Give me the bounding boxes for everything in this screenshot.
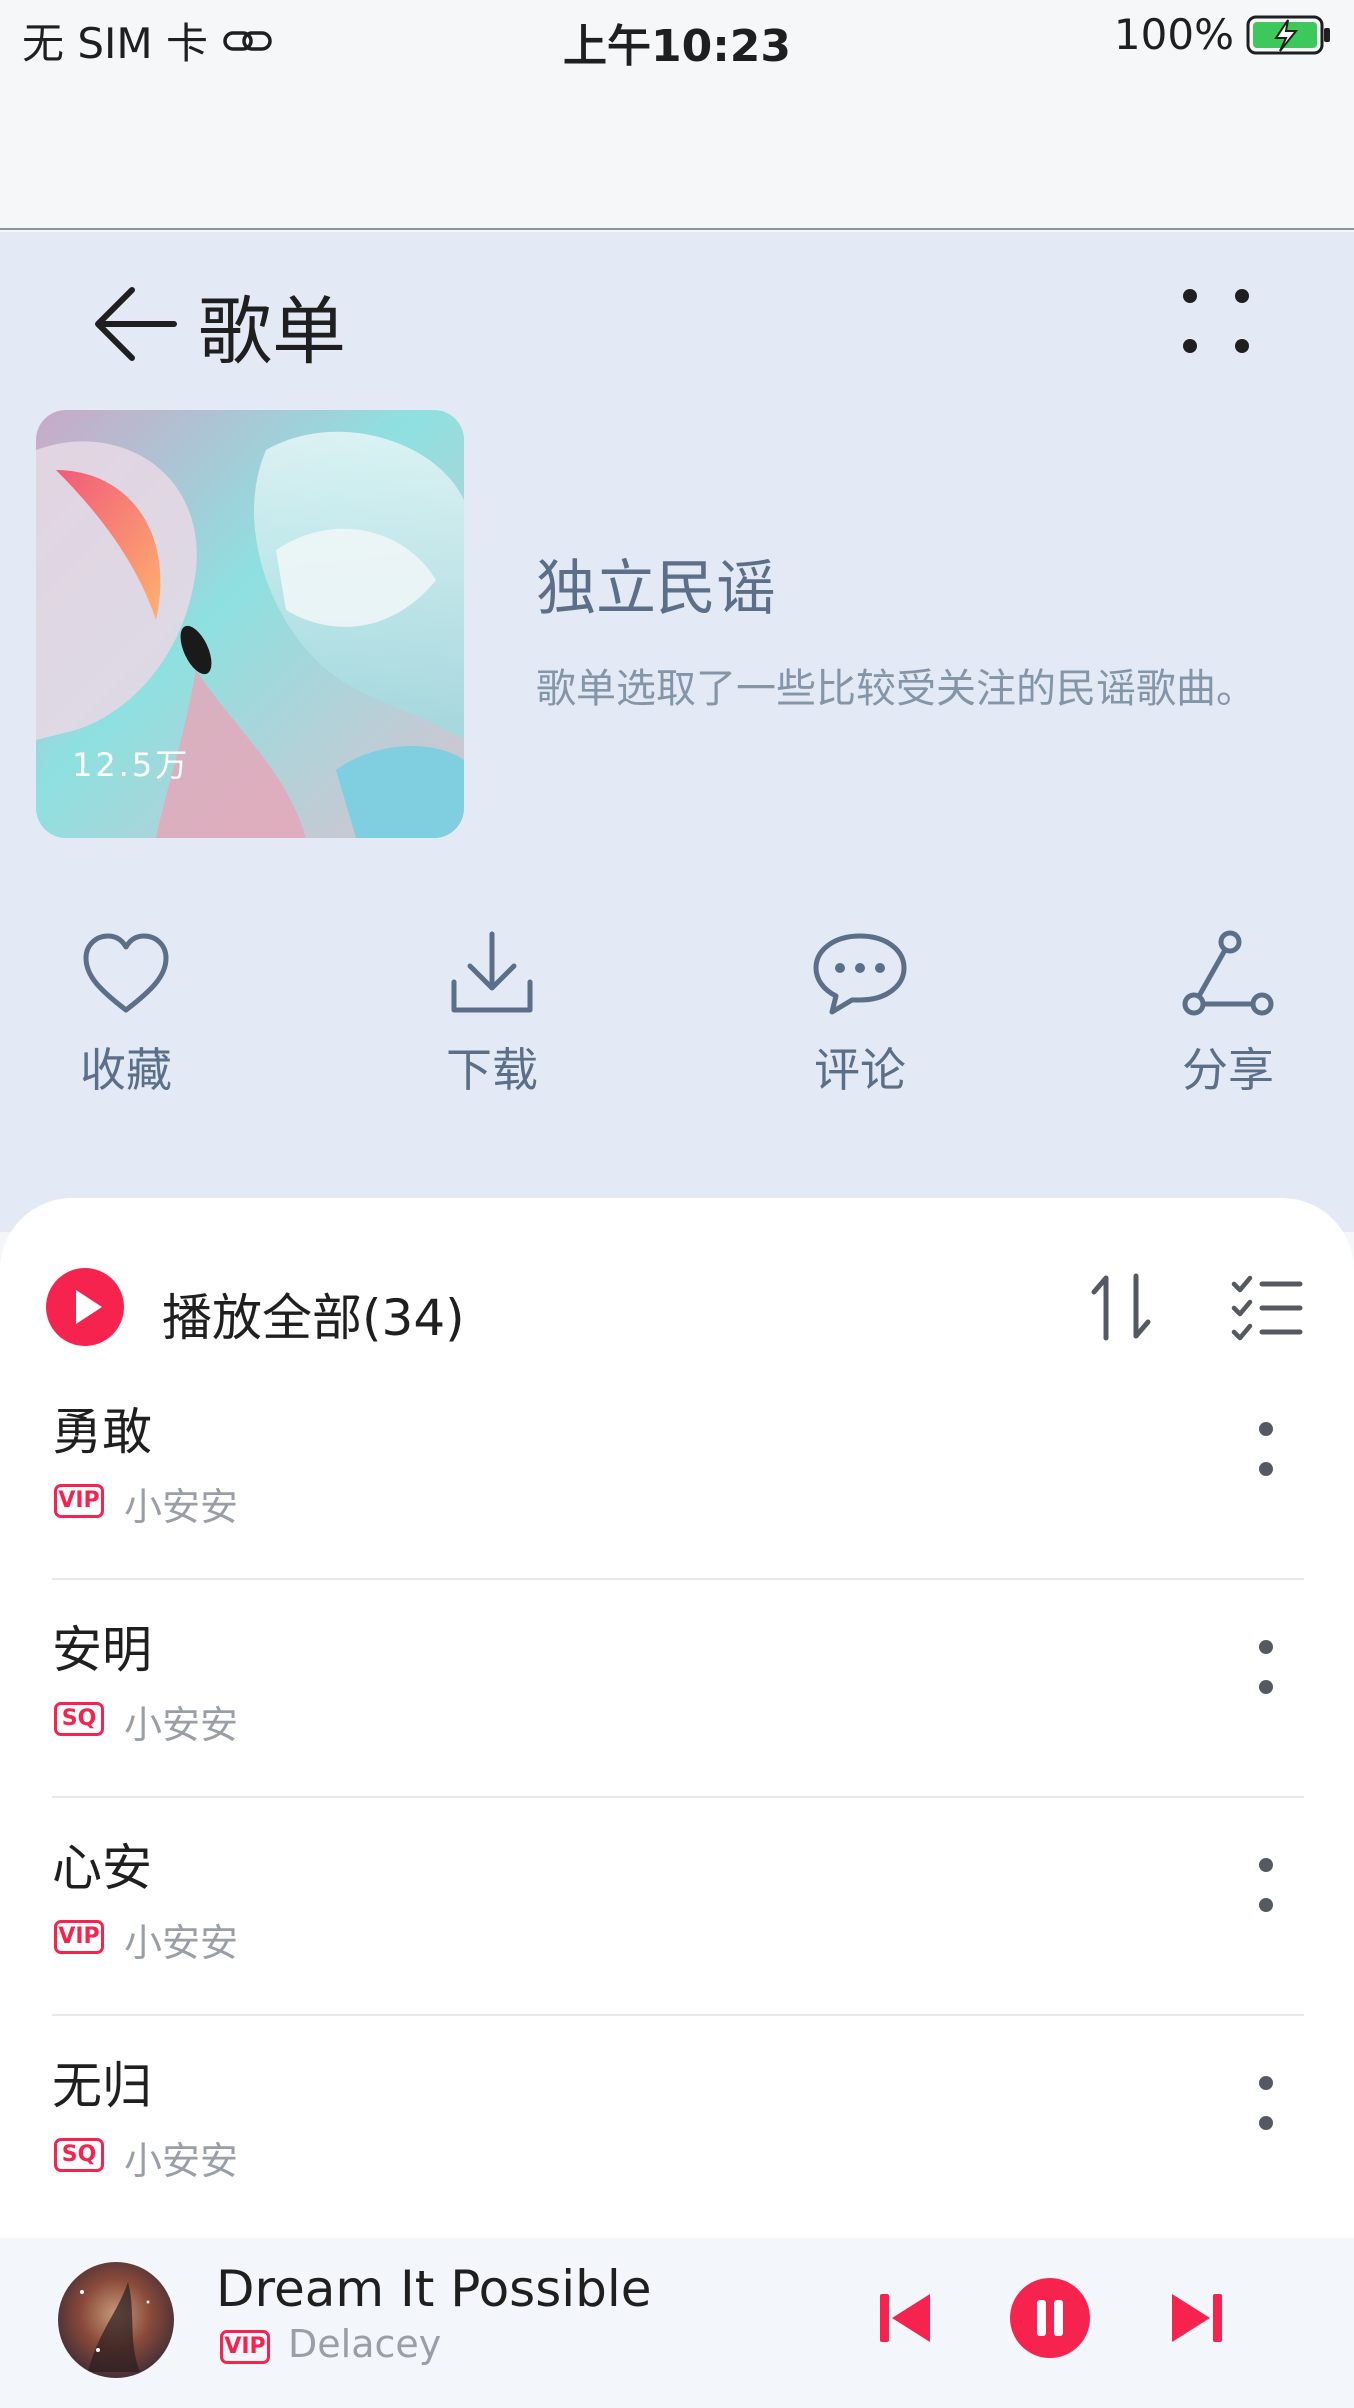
pause-icon bbox=[1037, 2300, 1063, 2336]
song-more-icon[interactable] bbox=[1256, 1422, 1276, 1494]
favorite-label: 收藏 bbox=[80, 1043, 172, 1097]
album-art-image bbox=[58, 2262, 174, 2378]
pause-button[interactable] bbox=[1010, 2278, 1090, 2358]
play-all-label[interactable]: 播放全部(34) bbox=[162, 1278, 465, 1350]
back-arrow-icon[interactable] bbox=[88, 278, 180, 370]
song-row[interactable]: 心安 VIP 小安安 bbox=[52, 1798, 1304, 2016]
song-row[interactable]: 安明 SQ 小安安 bbox=[52, 1580, 1304, 1798]
now-playing-artist: Delacey bbox=[288, 2322, 442, 2366]
comment-button[interactable]: 评论 bbox=[760, 930, 960, 1100]
favorite-button[interactable]: 收藏 bbox=[26, 930, 226, 1100]
download-button[interactable]: 下载 bbox=[392, 930, 592, 1100]
comment-icon bbox=[813, 933, 907, 1015]
vip-badge: VIP bbox=[54, 1920, 104, 1954]
sq-badge: SQ bbox=[54, 2138, 104, 2172]
play-icon bbox=[76, 1290, 102, 1324]
song-artist: 小安安 bbox=[124, 1485, 239, 1529]
song-title: 安明 bbox=[52, 1621, 152, 1679]
playlist-name: 独立民谣 bbox=[536, 554, 776, 624]
page-title: 歌单 bbox=[198, 289, 346, 375]
song-row[interactable]: 勇敢 VIP 小安安 bbox=[52, 1362, 1304, 1580]
status-right: 100% bbox=[1114, 10, 1332, 59]
download-label: 下载 bbox=[446, 1043, 538, 1097]
share-label: 分享 bbox=[1182, 1043, 1274, 1097]
now-playing-title: Dream It Possible bbox=[216, 2260, 652, 2318]
song-more-icon[interactable] bbox=[1256, 1858, 1276, 1930]
comment-label: 评论 bbox=[814, 1043, 906, 1097]
multi-select-list-icon[interactable] bbox=[1230, 1272, 1304, 1342]
playlist-cover[interactable]: 12.5万 bbox=[36, 410, 464, 838]
playlist-description: 歌单选取了一些比较受关注的民谣歌曲。 bbox=[536, 666, 1256, 712]
battery-percent: 100% bbox=[1113, 10, 1234, 59]
battery-charging-icon bbox=[1246, 15, 1330, 54]
song-title: 心安 bbox=[52, 1839, 152, 1897]
download-icon bbox=[451, 931, 533, 1013]
play-all-button[interactable] bbox=[46, 1268, 124, 1346]
sq-badge: SQ bbox=[54, 1702, 104, 1736]
share-button[interactable]: 分享 bbox=[1128, 930, 1328, 1100]
song-row[interactable]: 无归 SQ 小安安 bbox=[52, 2016, 1304, 2234]
song-more-icon[interactable] bbox=[1256, 2076, 1276, 2148]
song-more-icon[interactable] bbox=[1256, 1640, 1276, 1712]
play-count-label: 12.5万 bbox=[72, 746, 191, 784]
share-icon bbox=[1182, 930, 1274, 1016]
now-playing-artwork[interactable] bbox=[58, 2262, 174, 2378]
song-artist: 小安安 bbox=[124, 1921, 239, 1965]
sort-icon[interactable] bbox=[1090, 1272, 1154, 1342]
vip-badge: VIP bbox=[220, 2330, 270, 2364]
song-title: 无归 bbox=[52, 2057, 152, 2115]
next-track-icon[interactable] bbox=[1168, 2290, 1224, 2346]
song-title: 勇敢 bbox=[52, 1403, 152, 1461]
vip-badge: VIP bbox=[54, 1484, 104, 1518]
status-bar: 无 SIM 卡 上午10:23 100% bbox=[0, 0, 1354, 230]
previous-track-icon[interactable] bbox=[878, 2290, 934, 2346]
heart-icon bbox=[83, 933, 169, 1013]
song-artist: 小安安 bbox=[124, 2139, 239, 2183]
more-grid-icon[interactable] bbox=[1170, 280, 1262, 372]
song-artist: 小安安 bbox=[124, 1703, 239, 1747]
mini-player[interactable] bbox=[0, 2238, 1354, 2408]
